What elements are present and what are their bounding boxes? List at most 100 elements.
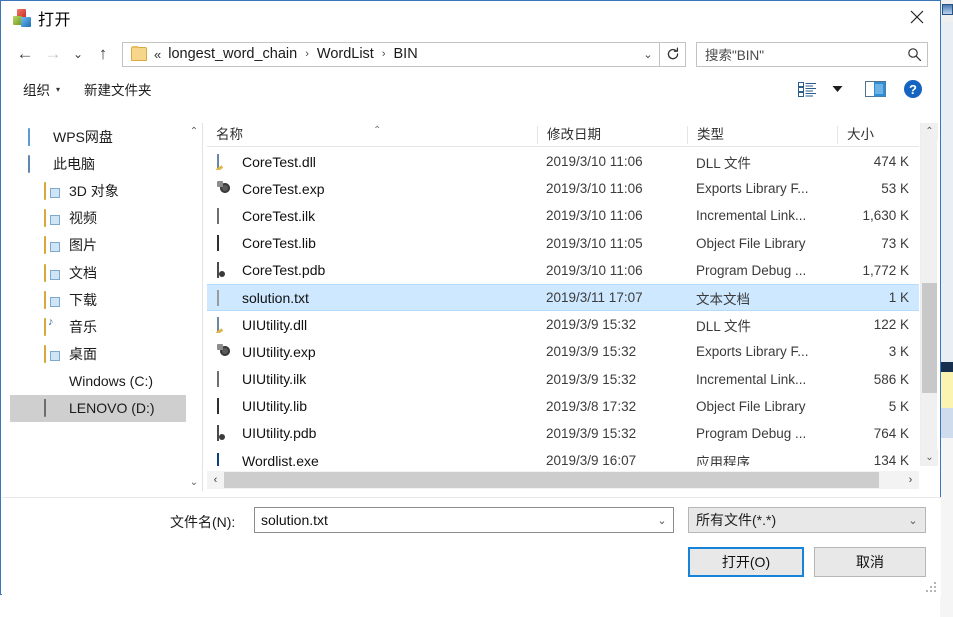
file-type-cell: Incremental Link... (696, 208, 807, 224)
file-name-cell: UIUtility.pdb (207, 425, 537, 442)
preview-pane-icon[interactable] (860, 76, 890, 102)
breadcrumb-separator-0[interactable]: › (299, 48, 315, 60)
background-yellow-band (940, 372, 953, 408)
sidebar-item[interactable]: 3D 对象 (10, 177, 186, 204)
search-input[interactable]: 搜索"BIN" (696, 41, 928, 67)
cancel-button[interactable]: 取消 (814, 547, 926, 577)
horizontal-scroll-thumb[interactable] (224, 472, 879, 488)
background-app-icon (942, 4, 953, 15)
table-row[interactable]: CoreTest.lib 2019/3/10 11:05 Object File L… (207, 230, 919, 257)
sidebar-item[interactable]: 图片 (10, 232, 186, 259)
sidebar-scroll-down-icon[interactable]: ⌄ (186, 474, 202, 491)
chevron-down-icon[interactable]: ⌄ (901, 514, 925, 527)
file-type-cell: Object File Library (696, 235, 806, 251)
sidebar-item[interactable]: Windows (C:) (10, 368, 186, 395)
filename-input[interactable]: solution.txt ⌄ (254, 507, 674, 533)
breadcrumb-item-1[interactable]: WordList (315, 45, 376, 63)
file-date-cell: 2019/3/10 11:06 (546, 181, 643, 197)
file-type-cell: Program Debug ... (696, 262, 807, 278)
resize-grip[interactable] (926, 582, 938, 594)
navigation-pane: WPS网盘此电脑 3D 对象视频图片文档下载音乐桌面 Windows (C:) LEN… (10, 123, 203, 491)
new-folder-button[interactable]: 新建文件夹 (76, 76, 160, 102)
sort-ascending-icon: ⌃ (373, 124, 382, 136)
file-name-label: solution.txt (242, 289, 309, 306)
table-row[interactable]: CoreTest.ilk 2019/3/10 11:06 Incremental L… (207, 202, 919, 229)
organize-button[interactable]: 组织 ▾ (15, 76, 68, 102)
sidebar-item[interactable]: 下载 (10, 286, 186, 313)
back-button[interactable]: ← (11, 40, 39, 68)
file-list-vertical-scrollbar[interactable]: ⌃ ⌄ (920, 123, 938, 466)
table-row[interactable]: UIUtility.pdb 2019/3/9 15:32 Program Debug… (207, 420, 919, 447)
pdb-file-icon (217, 262, 234, 279)
sidebar-item[interactable]: 音乐 (10, 313, 186, 340)
file-type-filter-value: 所有文件(*.*) (696, 512, 777, 528)
breadcrumb-item-0[interactable]: longest_word_chain (166, 45, 299, 63)
table-row[interactable]: CoreTest.exp 2019/3/10 11:06 Exports Libra… (207, 175, 919, 202)
sidebar-item-label: 文档 (69, 264, 97, 281)
breadcrumb-item-2[interactable]: BIN (392, 45, 420, 63)
file-list-horizontal-scrollbar[interactable]: ‹ › (207, 471, 919, 489)
sidebar-scroll-up-icon[interactable]: ⌃ (186, 123, 202, 140)
breadcrumb-separator-1[interactable]: › (376, 48, 392, 60)
up-button[interactable]: ↑ (89, 40, 117, 68)
table-row[interactable]: Wordlist.exe 2019/3/9 16:07 应用程序 134 K (207, 447, 919, 466)
search-placeholder: 搜索"BIN" (705, 48, 765, 63)
sidebar-item[interactable]: 视频 (10, 205, 186, 232)
file-type-cell: Program Debug ... (696, 425, 807, 441)
address-bar[interactable]: « longest_word_chain › WordList › BIN ⌄ (122, 41, 660, 67)
windows-drive-icon (44, 373, 61, 389)
sidebar-item[interactable]: LENOVO (D:) (10, 394, 186, 423)
folder-documents-icon (44, 263, 61, 282)
sidebar-item[interactable]: 桌面 (10, 341, 186, 368)
close-icon[interactable] (894, 1, 940, 33)
dialog-titlebar: 打开 (1, 1, 940, 35)
view-options-caret[interactable] (822, 76, 852, 102)
search-icon[interactable] (901, 47, 927, 62)
help-icon[interactable]: ? (898, 76, 928, 102)
list-view-icon[interactable] (792, 76, 822, 102)
table-row[interactable]: UIUtility.exp 2019/3/9 15:32 Exports Libra… (207, 338, 919, 365)
table-row[interactable]: CoreTest.dll 2019/3/10 11:06 DLL 文件 474 K (207, 148, 919, 175)
scroll-down-icon[interactable]: ⌄ (921, 449, 938, 466)
sidebar-item[interactable]: WPS网盘 (10, 123, 186, 150)
sidebar-item-label: 3D 对象 (69, 182, 119, 199)
sidebar-item-label: 图片 (69, 237, 97, 254)
scroll-right-icon[interactable]: › (902, 471, 919, 489)
table-row[interactable]: CoreTest.pdb 2019/3/10 11:06 Program Debug… (207, 257, 919, 284)
breadcrumb-overflow-icon[interactable]: « (154, 47, 161, 62)
sidebar-item-label: WPS网盘 (53, 128, 113, 145)
file-name-cell: CoreTest.dll (207, 153, 537, 170)
file-name-cell: Wordlist.exe (207, 452, 537, 466)
vertical-scroll-thumb[interactable] (922, 283, 937, 393)
chevron-down-icon[interactable]: ⌄ (637, 43, 659, 66)
column-header[interactable]: 修改日期 (537, 125, 687, 144)
file-type-filter-select[interactable]: 所有文件(*.*) ⌄ (688, 507, 926, 533)
file-size-cell: 53 K (881, 181, 909, 197)
background-window-body (940, 22, 953, 617)
file-type-cell: 文本文档 (696, 291, 750, 307)
table-row[interactable]: UIUtility.dll 2019/3/9 15:32 DLL 文件 122 K (207, 311, 919, 338)
recent-locations-button[interactable]: ⌄ (67, 40, 89, 68)
table-row[interactable]: UIUtility.lib 2019/3/8 17:32 Object File L… (207, 393, 919, 420)
pdb-file-icon (217, 425, 234, 442)
column-header[interactable]: 名称 ⌃ (207, 125, 537, 144)
column-header[interactable]: 大小 (837, 125, 919, 144)
open-button[interactable]: 打开(O) (688, 547, 804, 577)
sidebar-item[interactable]: 此电脑 (10, 150, 186, 177)
scroll-up-icon[interactable]: ⌃ (921, 123, 938, 140)
refresh-icon[interactable] (660, 41, 686, 67)
file-name-label: CoreTest.exp (242, 180, 325, 197)
sidebar-scrollbar[interactable]: ⌃ ⌄ (186, 123, 202, 491)
sidebar-item[interactable]: 文档 (10, 259, 186, 286)
scroll-left-icon[interactable]: ‹ (207, 471, 224, 489)
table-row[interactable]: solution.txt 2019/3/11 17:07 文本文档 1 K (207, 283, 919, 312)
forward-button[interactable]: → (39, 40, 67, 68)
file-type-cell: Object File Library (696, 398, 806, 414)
command-bar: 组织 ▾ 新建文件夹 ? (1, 73, 940, 105)
chevron-down-icon[interactable]: ⌄ (651, 514, 673, 527)
file-size-cell: 5 K (888, 398, 909, 414)
column-header[interactable]: 类型 (687, 125, 837, 144)
file-size-cell: 3 K (888, 344, 909, 360)
table-row[interactable]: UIUtility.ilk 2019/3/9 15:32 Incremental L… (207, 366, 919, 393)
horizontal-scroll-track[interactable] (224, 471, 902, 489)
